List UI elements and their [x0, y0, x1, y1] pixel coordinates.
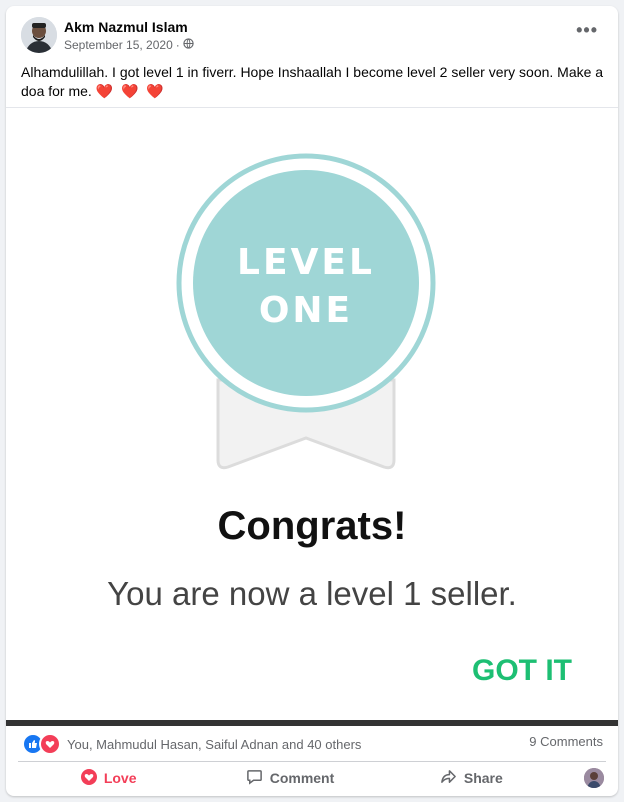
comments-count[interactable]: 9 Comments	[529, 734, 603, 749]
reaction-summary[interactable]: You, Mahmudul Hasan, Saiful Adnan and 40…	[22, 733, 361, 755]
author-name[interactable]: Akm Nazmul Islam	[64, 19, 188, 35]
badge-inner-circle	[193, 170, 419, 396]
post-date[interactable]: September 15, 2020	[64, 38, 173, 52]
commenter-avatar[interactable]	[584, 768, 604, 788]
reaction-stats: You, Mahmudul Hasan, Saiful Adnan and 40…	[6, 725, 618, 757]
badge-line-2: ONE	[259, 290, 353, 331]
globe-icon	[183, 38, 194, 52]
action-bar: Love Comment Share	[18, 761, 606, 794]
love-heart-icon	[80, 768, 97, 788]
love-label: Love	[103, 770, 137, 786]
comment-icon	[246, 768, 263, 788]
share-icon	[440, 768, 457, 788]
love-icon	[39, 733, 61, 755]
fiverr-level-dialog: LEVEL ONE Congrats! You are now a level …	[6, 108, 618, 720]
congrats-subtitle: You are now a level 1 seller.	[107, 575, 517, 612]
post-meta: September 15, 2020 ·	[64, 38, 194, 52]
got-it-button: GOT IT	[472, 654, 572, 687]
badge-line-1: LEVEL	[237, 242, 375, 283]
post-card: Akm Nazmul Islam September 15, 2020 · ••…	[6, 6, 618, 796]
comment-button[interactable]: Comment	[199, 762, 380, 794]
comment-label: Comment	[269, 770, 335, 786]
post-header: Akm Nazmul Islam September 15, 2020 · ••…	[6, 6, 618, 62]
level-badge-graphic: LEVEL ONE	[176, 153, 436, 470]
share-label: Share	[463, 770, 503, 786]
share-button[interactable]: Share	[381, 762, 562, 794]
post-text: Alhamdulillah. I got level 1 in fiverr. …	[21, 63, 606, 101]
love-button[interactable]: Love	[18, 762, 199, 794]
congrats-headline: Congrats!	[217, 504, 407, 548]
post-image[interactable]: LEVEL ONE Congrats! You are now a level …	[6, 107, 618, 726]
hearts-emoji: ❤️ ❤️ ❤️	[95, 83, 166, 99]
author-avatar[interactable]	[21, 17, 57, 53]
meta-separator: ·	[175, 38, 180, 52]
reaction-names[interactable]: You, Mahmudul Hasan, Saiful Adnan and 40…	[67, 737, 361, 752]
more-options-button[interactable]: •••	[576, 20, 598, 41]
